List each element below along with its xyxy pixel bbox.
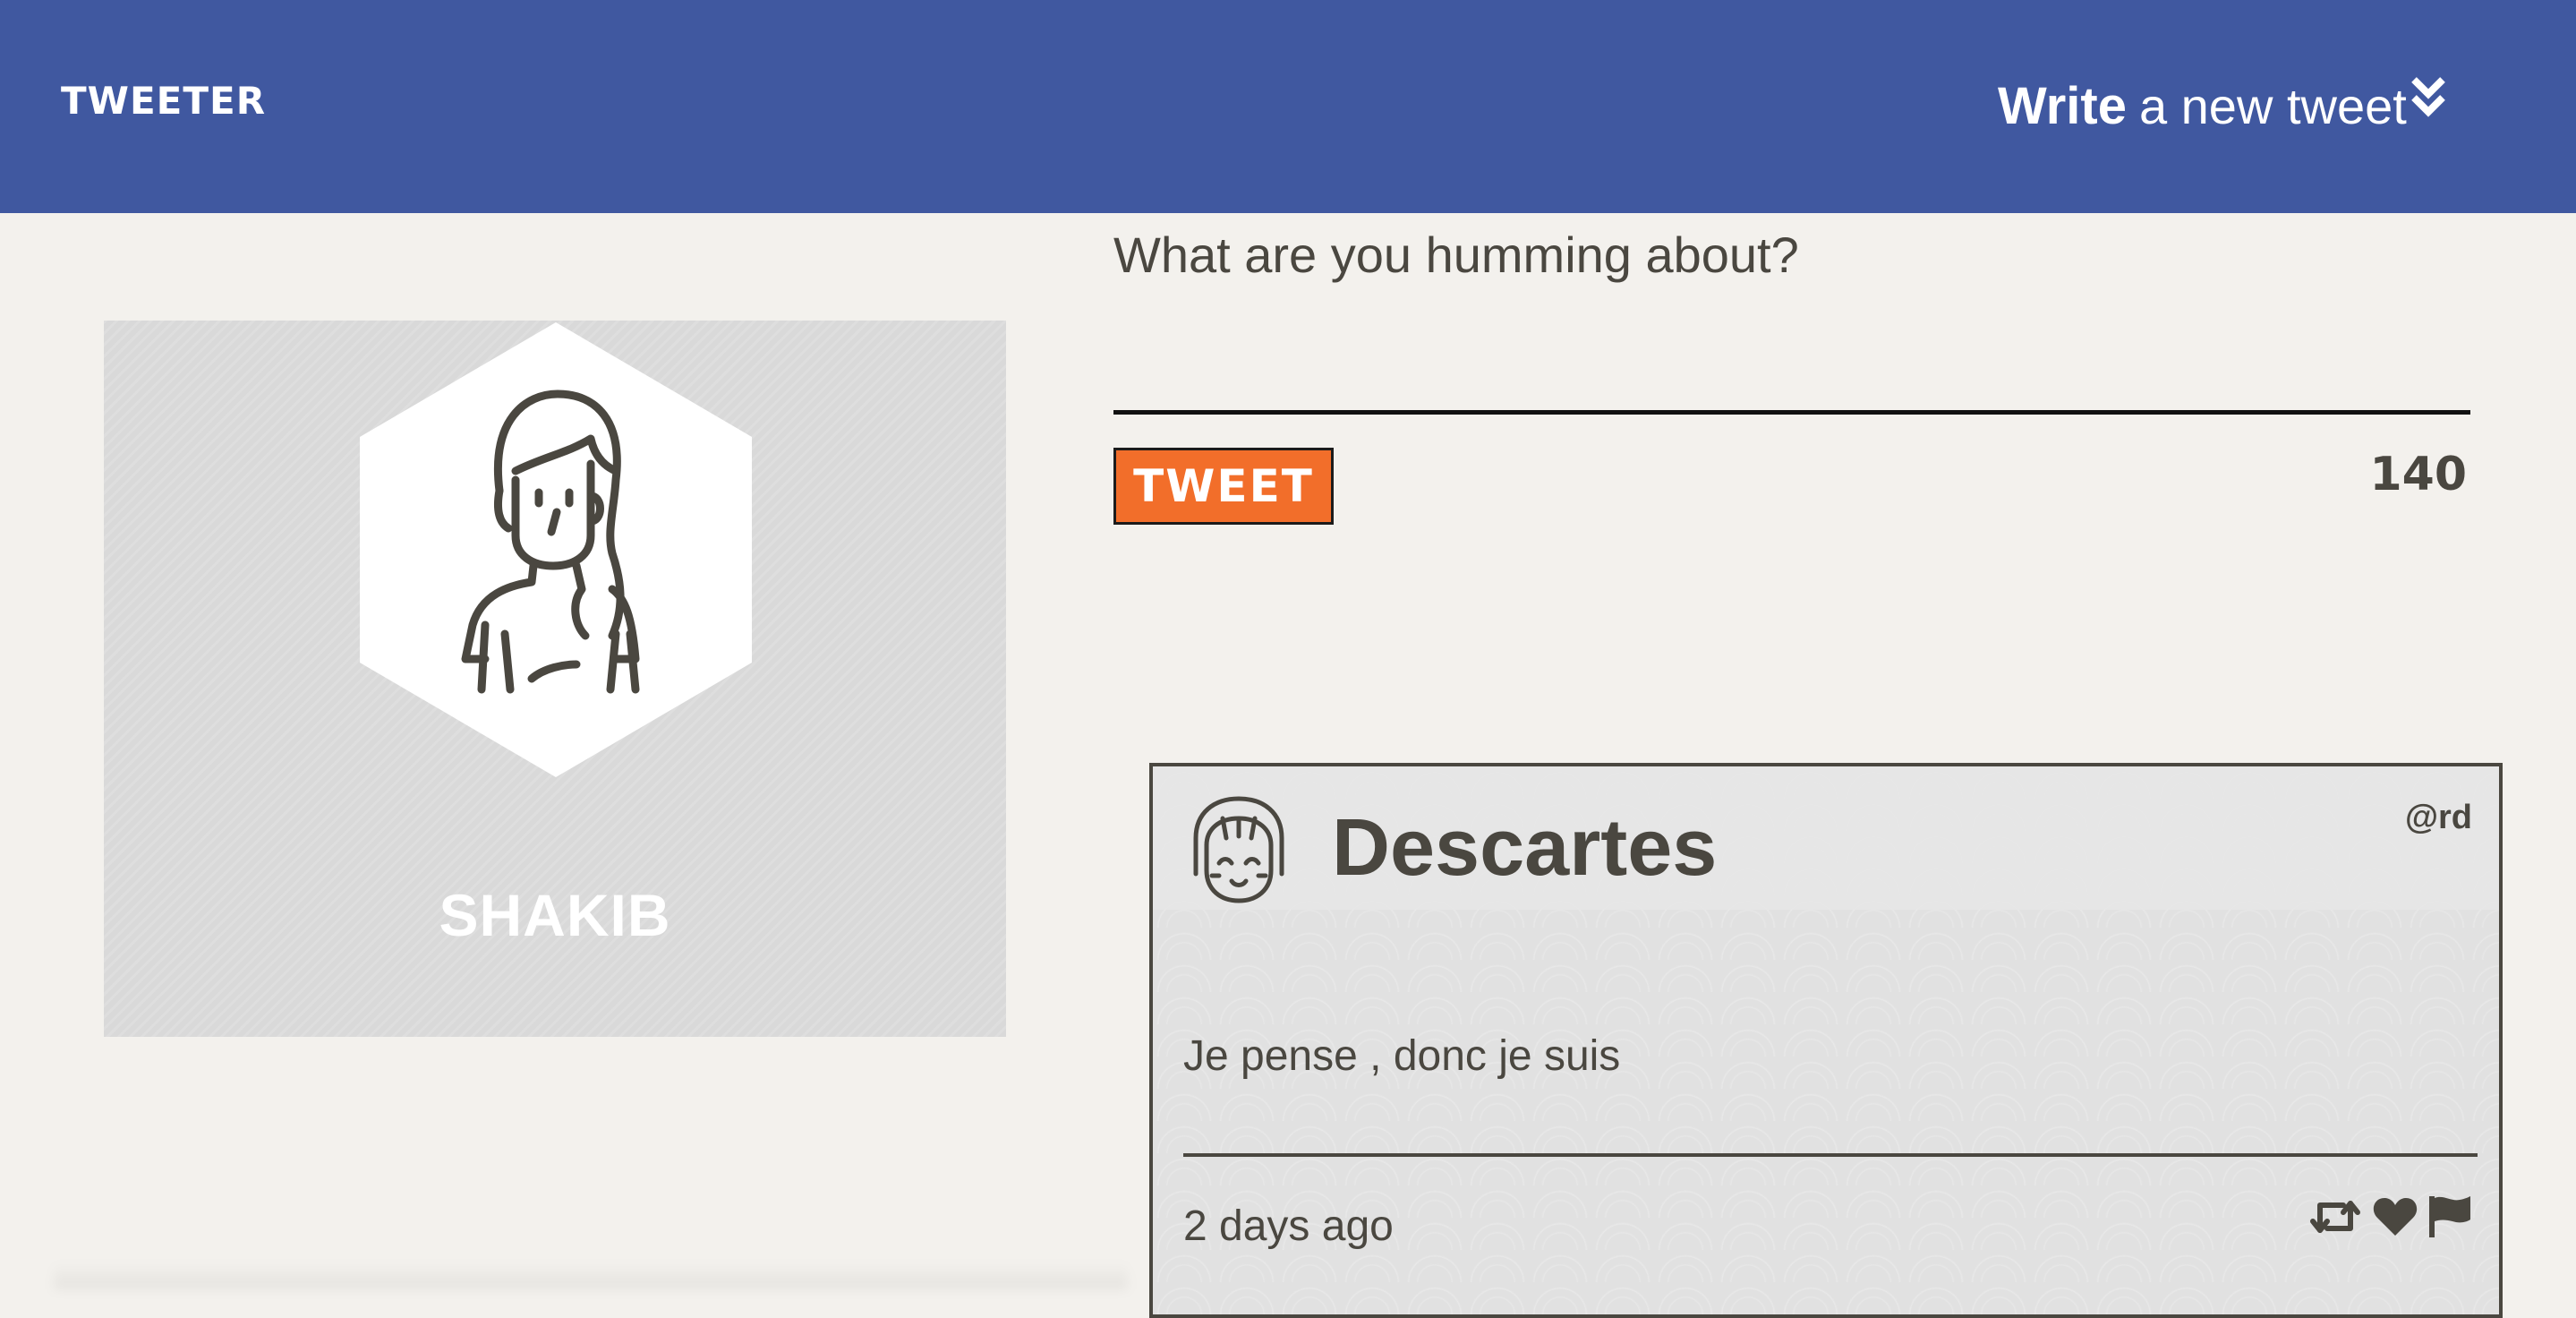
double-chevron-down-icon [2410,77,2445,117]
tweet-author-handle: @rd [2404,799,2472,836]
character-counter: 140 [2369,448,2467,501]
profile-name: SHAKIB [439,882,671,948]
girl-face-avatar-icon [1193,796,1284,903]
tweet-actions [2307,1194,2472,1239]
tweet-timestamp: 2 days ago [1183,1202,1394,1250]
flag-icon[interactable] [2427,1194,2472,1239]
tweet-body: Je pense , donc je suis [1183,1032,1621,1080]
tweet-divider [1183,1153,2478,1157]
profile-avatar [356,321,755,779]
tweet-header: Descartes @rd [1153,766,2499,910]
tweet-author-name: Descartes [1332,803,1718,893]
tweet-prompt: What are you humming about? [1113,227,1799,283]
tweet-submit-button[interactable]: TWEET [1113,448,1334,525]
compose-toggle-light-label: a new tweet [2138,77,2407,134]
retweet-icon[interactable] [2307,1196,2363,1237]
heart-icon[interactable] [2372,1196,2418,1237]
compose-toggle-strong-label: Write [1998,76,2127,135]
write-new-tweet-toggle[interactable]: Write a new tweet [1998,73,2448,138]
brand-logo[interactable]: TWEETER [61,79,266,123]
top-nav: TWEETER Write a new tweet [0,0,2576,213]
tweet-input[interactable] [1113,295,2470,415]
tweet-card: Descartes @rd Je pense , donc je suis 2 … [1149,763,2503,1318]
woman-avatar-icon [360,322,752,777]
